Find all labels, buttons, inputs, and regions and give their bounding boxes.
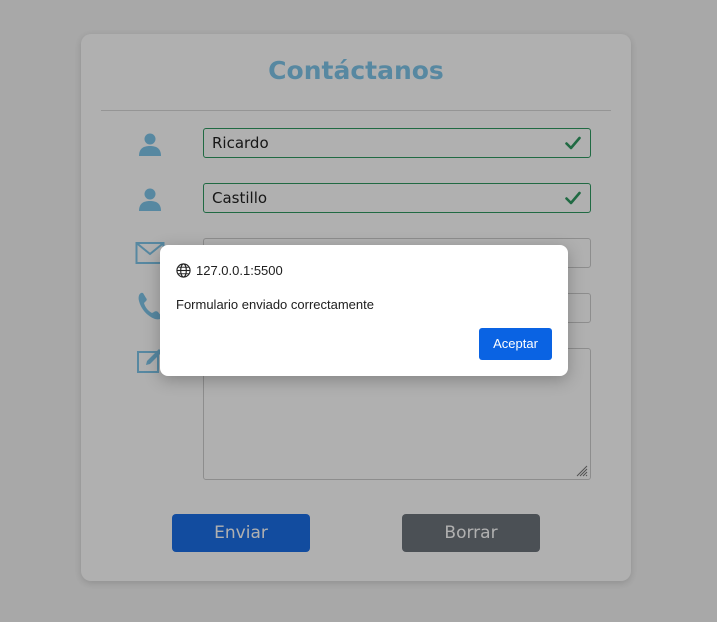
dialog-message: Formulario enviado correctamente (176, 297, 374, 312)
dialog-origin: 127.0.0.1:5500 (176, 261, 283, 279)
alert-dialog: 127.0.0.1:5500 Formulario enviado correc… (160, 245, 568, 376)
globe-icon (176, 262, 191, 278)
dialog-origin-text: 127.0.0.1:5500 (196, 262, 283, 278)
accept-button[interactable]: Aceptar (479, 328, 552, 360)
